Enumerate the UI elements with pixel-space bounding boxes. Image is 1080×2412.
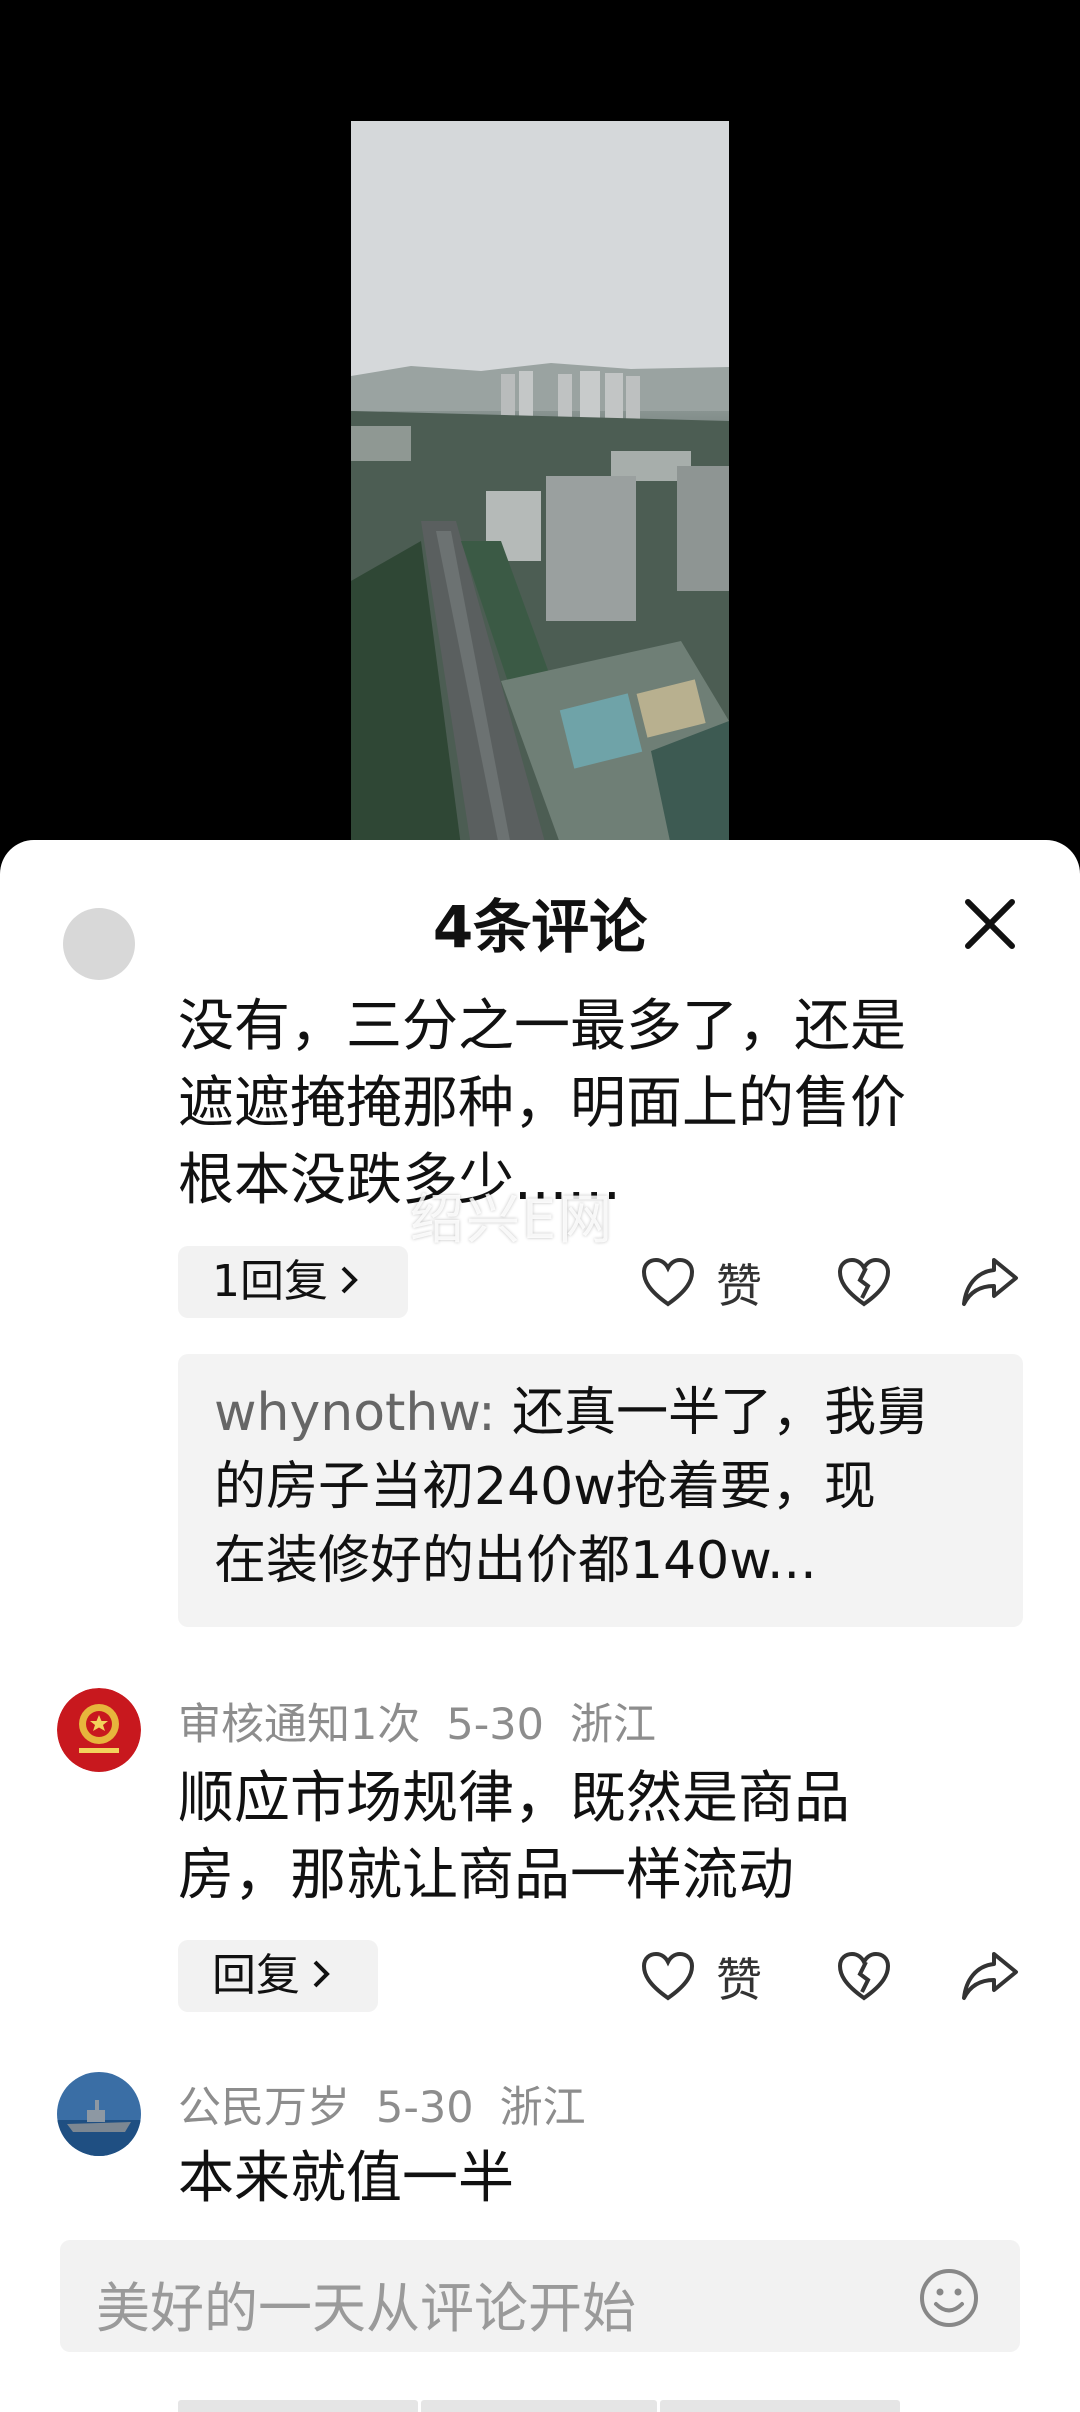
warship-avatar	[57, 2072, 141, 2156]
watermark: 绍兴E网	[410, 1188, 615, 1251]
broken-heart-icon	[837, 1257, 891, 1307]
comment-date: 5-30	[446, 1700, 544, 1750]
chevron-right-icon	[310, 1940, 332, 2012]
comment-meta: 审核通知1次 5-30 浙江	[178, 1690, 682, 1752]
like-label[interactable]: 赞	[716, 1944, 762, 2010]
like-label[interactable]: 赞	[716, 1250, 762, 1316]
bottom-bar-segment	[660, 2400, 900, 2412]
comment-line: 顺应市场规律，既然是商品	[178, 1766, 850, 1831]
close-icon	[965, 899, 1015, 949]
dislike-button[interactable]	[836, 1950, 892, 2006]
nested-reply-line: 在装修好的出价都140w...	[214, 1531, 817, 1591]
comment-sheet: 4条评论 没有，三分之一最多了，还是 遮遮掩掩那种，明面上的售价 根本没跌多少.…	[0, 840, 1080, 2412]
comment-line: 遮遮掩掩那种，明面上的售价	[178, 1071, 906, 1136]
comment-text: 本来就值一半	[178, 2140, 1023, 2217]
video-thumbnail[interactable]	[351, 121, 729, 846]
video-area[interactable]	[0, 0, 1080, 860]
sheet-title: 4条评论	[432, 893, 648, 961]
comment-input-bar[interactable]: 美好的一天从评论开始	[60, 2240, 1020, 2352]
broken-heart-icon	[837, 1951, 891, 2001]
emoji-button[interactable]	[918, 2267, 980, 2329]
reply-count-button[interactable]: 1回复	[178, 1246, 408, 1318]
username[interactable]: 审核通知1次	[178, 1700, 420, 1750]
username[interactable]: 公民万岁	[178, 2083, 350, 2133]
nested-reply-line: 的房子当初240w抢着要，现	[214, 1457, 876, 1517]
reply-label: 回复	[212, 1950, 300, 2001]
heart-icon	[641, 1951, 695, 2001]
share-button[interactable]	[960, 1948, 1020, 2006]
heart-icon	[641, 1257, 695, 1307]
comment-input[interactable]: 美好的一天从评论开始	[96, 2264, 636, 2343]
emoji-icon	[920, 2269, 978, 2327]
share-icon	[962, 1952, 1018, 2000]
share-icon	[962, 1258, 1018, 1306]
avatar[interactable]	[63, 908, 135, 980]
comment-text: 顺应市场规律，既然是商品 房，那就让商品一样流动	[178, 1760, 1023, 1914]
share-button[interactable]	[960, 1254, 1020, 1312]
comment-meta: 公民万岁 5-30 浙江	[178, 2073, 612, 2135]
comment-line: 本来就值一半	[178, 2146, 514, 2211]
reply-label: 1回复	[212, 1256, 328, 1307]
comment-line: 房，那就让商品一样流动	[178, 1843, 794, 1908]
like-button[interactable]	[640, 1256, 696, 1312]
comment-date: 5-30	[376, 2083, 474, 2133]
comment-location: 浙江	[499, 2083, 586, 2133]
nested-reply-line: whynothw: 还真一半了，我舅	[214, 1383, 929, 1443]
reply-button[interactable]: 回复	[178, 1940, 378, 2012]
close-button[interactable]	[950, 884, 1030, 964]
nested-reply-author[interactable]: whynothw:	[214, 1383, 496, 1443]
national-emblem-avatar	[57, 1688, 141, 1772]
comment-line: 没有，三分之一最多了，还是	[178, 994, 906, 1059]
like-button[interactable]	[640, 1950, 696, 2006]
avatar[interactable]	[57, 2072, 141, 2156]
avatar[interactable]	[57, 1688, 141, 1772]
dislike-button[interactable]	[836, 1256, 892, 1312]
comment-location: 浙江	[569, 1700, 656, 1750]
city-aerial-image	[351, 121, 729, 846]
bottom-bar-segment	[421, 2400, 657, 2412]
bottom-bar-segment	[178, 2400, 418, 2412]
chevron-right-icon	[338, 1246, 360, 1318]
nested-reply[interactable]: whynothw: 还真一半了，我舅 的房子当初240w抢着要，现 在装修好的出…	[178, 1354, 1023, 1627]
